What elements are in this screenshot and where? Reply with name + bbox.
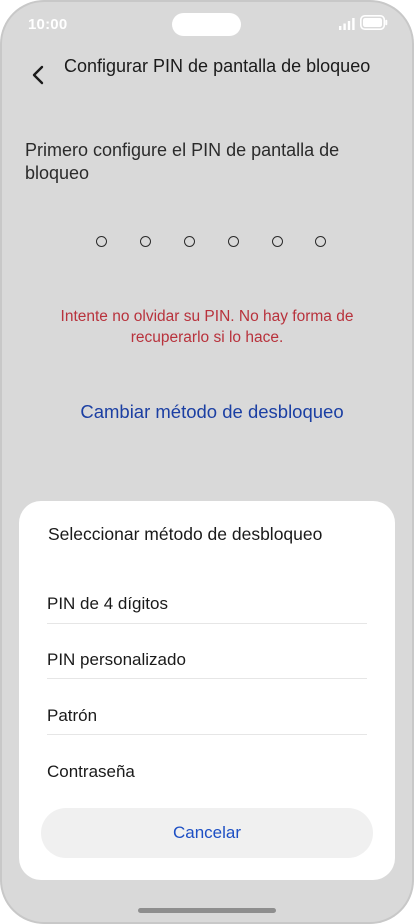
- unlock-method-sheet: Seleccionar método de desbloqueo PIN de …: [19, 501, 395, 880]
- status-time: 10:00: [28, 16, 68, 33]
- phone-screen: 10:00 Configurar PIN de pantalla de bloq…: [0, 0, 414, 924]
- change-unlock-method-link[interactable]: Cambiar método de desbloqueo: [0, 401, 414, 423]
- home-indicator[interactable]: [138, 908, 276, 913]
- pin-entry-dots[interactable]: [96, 236, 336, 252]
- chevron-left-icon[interactable]: [26, 62, 52, 88]
- pin-dot: [140, 236, 151, 247]
- divider: [47, 678, 367, 679]
- option-label: Patrón: [47, 706, 98, 725]
- camera-notch: [172, 13, 241, 36]
- sheet-title: Seleccionar método de desbloqueo: [48, 524, 323, 544]
- pin-dot: [272, 236, 283, 247]
- page-title: Configurar PIN de pantalla de bloqueo: [64, 56, 371, 76]
- option-password[interactable]: Contraseña: [47, 744, 367, 799]
- pin-dot: [228, 236, 239, 247]
- divider: [47, 623, 367, 624]
- status-bar: 10:00: [0, 0, 414, 48]
- app-header: Configurar PIN de pantalla de bloqueo: [0, 50, 414, 106]
- pin-warning: Intente no olvidar su PIN. No hay forma …: [60, 308, 354, 346]
- cancel-button[interactable]: Cancelar: [41, 808, 373, 858]
- option-label: Contraseña: [47, 762, 135, 781]
- divider: [47, 734, 367, 735]
- pin-dot: [184, 236, 195, 247]
- pin-dot: [96, 236, 107, 247]
- option-label: PIN personalizado: [47, 650, 186, 669]
- battery-icon: [360, 15, 388, 30]
- pin-instruction: Primero configure el PIN de pantalla de …: [25, 140, 340, 183]
- pin-dot: [315, 236, 326, 247]
- cellular-signal-icon: [339, 18, 355, 30]
- option-label: PIN de 4 dígitos: [47, 594, 168, 613]
